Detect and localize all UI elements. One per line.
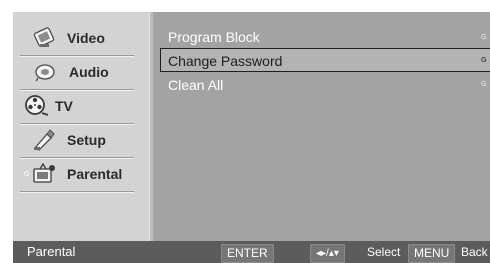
menu-item-marker: G xyxy=(481,33,487,41)
sidebar-item-audio[interactable]: Audio xyxy=(17,56,137,88)
sidebar-item-video[interactable]: Video xyxy=(17,22,137,54)
sidebar-item-label: Parental xyxy=(67,166,123,182)
main-panel xyxy=(154,12,490,241)
menu-item-marker: G xyxy=(481,56,487,64)
parental-icon xyxy=(29,160,59,188)
nav-arrows-key-badge: ◂▸/▴▾ xyxy=(310,244,345,263)
sidebar-divider xyxy=(20,191,134,193)
menu-key-badge: MENU xyxy=(408,244,456,263)
tv-osd-screen: Video Audio TV Setup G Parental Program … xyxy=(0,0,490,263)
menu-item-program-block[interactable]: Program Block xyxy=(168,29,260,45)
video-icon xyxy=(29,24,59,52)
tv-reel-icon xyxy=(21,92,51,120)
sidebar-item-tv[interactable]: TV xyxy=(17,90,137,122)
menu-item-clean-all[interactable]: Clean All xyxy=(168,77,223,93)
status-title: Parental xyxy=(27,244,76,259)
sidebar-item-label: Audio xyxy=(69,64,109,80)
sidebar-item-label: Video xyxy=(67,30,105,46)
menu-item-marker: G xyxy=(481,80,487,88)
sidebar-item-label: Setup xyxy=(67,132,106,148)
menu-item-change-password[interactable]: Change Password xyxy=(168,53,282,69)
setup-icon xyxy=(29,126,59,154)
select-hint: Select xyxy=(367,245,401,259)
audio-icon xyxy=(31,58,61,86)
sidebar-item-parental[interactable]: Parental xyxy=(17,158,137,190)
enter-key-badge: ENTER xyxy=(221,244,274,263)
sidebar-item-setup[interactable]: Setup xyxy=(17,124,137,156)
sidebar-item-label: TV xyxy=(55,98,73,114)
back-hint: Back xyxy=(461,245,488,259)
